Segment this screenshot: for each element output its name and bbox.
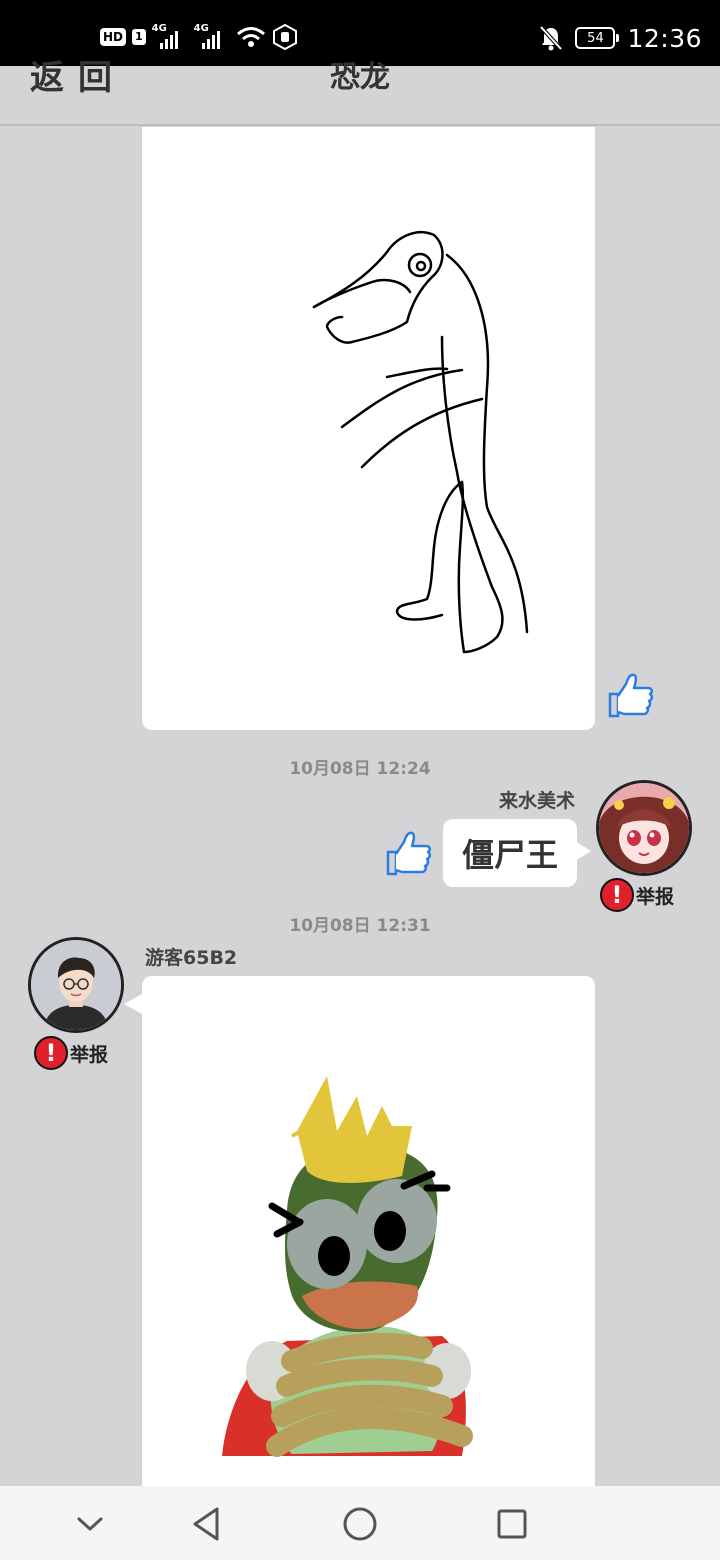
message-bubble[interactable]: 僵尸王	[443, 819, 591, 887]
battery-indicator: 54	[575, 27, 620, 49]
nav-collapse-button[interactable]	[66, 1500, 114, 1548]
message-timestamp: 10月08日 12:31	[289, 916, 431, 936]
bell-muted-icon	[539, 25, 563, 51]
navigation-bar	[0, 1486, 720, 1560]
boy-avatar	[31, 940, 121, 1030]
dinosaur-drawing	[312, 230, 529, 654]
message-timestamp: 10月08日 12:24	[289, 759, 431, 779]
signal-icon-2: 4G	[194, 23, 230, 49]
wifi-icon	[236, 27, 265, 47]
report-label: 举报	[636, 885, 675, 908]
anime-girl-avatar	[599, 783, 689, 873]
like-icon[interactable]	[382, 828, 434, 880]
hand-icon	[272, 24, 297, 50]
like-icon[interactable]	[604, 670, 656, 722]
report-button[interactable]: ! 举报	[34, 1036, 108, 1070]
message-text: 僵尸王	[461, 836, 558, 874]
battery-level: 54	[587, 30, 604, 46]
circle-home-icon	[343, 1507, 377, 1541]
report-label: 举报	[70, 1043, 109, 1066]
exclamation-icon: !	[34, 1036, 68, 1070]
clock: 12:36	[627, 23, 702, 53]
nav-recent-button[interactable]	[488, 1500, 536, 1548]
drawing-card[interactable]	[142, 127, 595, 730]
avatar[interactable]	[596, 780, 692, 876]
report-button[interactable]: ! 举报	[600, 878, 674, 912]
signal-icon: 4G	[152, 23, 188, 49]
bubble-tail	[124, 994, 142, 1014]
nav-home-button[interactable]	[336, 1500, 384, 1548]
exclamation-icon: !	[600, 878, 634, 912]
drawing-card[interactable]	[142, 976, 595, 1496]
sender-name: 游客65B2	[145, 947, 238, 969]
sim-badge: 1	[132, 29, 146, 45]
sender-name: 来水美术	[498, 790, 575, 812]
page-title: 恐龙	[330, 60, 390, 95]
page-header: 返回 恐龙	[0, 58, 720, 126]
square-recent-icon	[497, 1509, 527, 1539]
status-left: HD 1 4G 4G	[100, 22, 298, 52]
chevron-down-icon	[77, 1517, 103, 1531]
avatar[interactable]	[28, 937, 124, 1033]
nav-back-button[interactable]	[182, 1500, 230, 1548]
hd-badge: HD	[100, 28, 127, 46]
zombie-king-drawing	[222, 1076, 473, 1457]
triangle-back-icon	[193, 1507, 219, 1541]
status-right: 54 12:36	[539, 18, 702, 58]
